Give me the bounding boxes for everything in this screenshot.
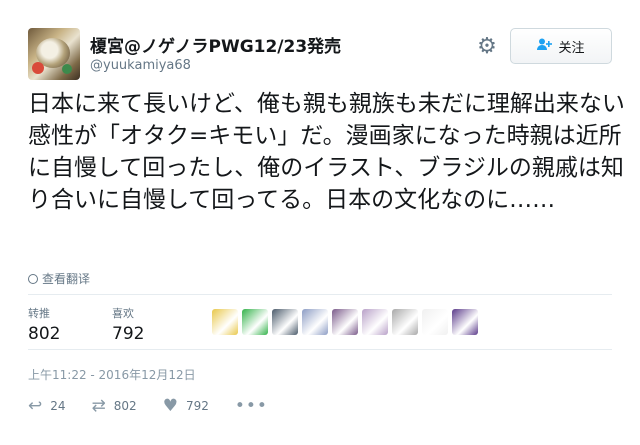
avatar-detail <box>62 64 72 74</box>
follow-label: 关注 <box>558 40 585 56</box>
liker-avatars <box>212 309 478 335</box>
liker-avatar[interactable] <box>422 309 448 335</box>
like-count: 792 <box>185 399 209 413</box>
reply-button[interactable]: ↩ 24 <box>28 396 66 416</box>
translate-link[interactable]: 查看翻译 <box>28 270 90 287</box>
liker-avatar[interactable] <box>242 309 268 335</box>
more-button[interactable]: ••• <box>235 396 268 416</box>
retweet-count: 802 <box>113 399 137 413</box>
liker-avatar[interactable] <box>272 309 298 335</box>
retweets-count: 802 <box>28 324 61 344</box>
retweet-stat[interactable]: 转推 802 <box>28 305 60 344</box>
more-icon: ••• <box>234 396 268 416</box>
follow-button[interactable]: 关注 <box>510 28 612 64</box>
display-name[interactable]: 榎宮@ノゲノラPWG12/23発売 <box>90 32 341 57</box>
action-bar: ↩ 24 ⇄ 802 ♥ 792 ••• <box>28 396 294 416</box>
retweet-icon: ⇄ <box>91 396 106 416</box>
retweet-button[interactable]: ⇄ 802 <box>92 396 137 416</box>
translate-label: 查看翻译 <box>42 272 91 286</box>
reply-count: 24 <box>50 399 66 413</box>
likes-label: 喜欢 <box>112 307 134 320</box>
liker-avatar[interactable] <box>452 309 478 335</box>
tweet-header: 榎宮@ノゲノラPWG12/23発売 @yuukamiya68 ⚙ 关注 <box>28 28 612 84</box>
retweets-label: 转推 <box>28 307 50 320</box>
reply-icon: ↩ <box>28 396 43 416</box>
liker-avatar[interactable] <box>212 309 238 335</box>
liker-avatar[interactable] <box>392 309 418 335</box>
likes-count: 792 <box>112 324 145 344</box>
person-plus-icon <box>537 38 553 55</box>
tweet-text: 日本に来て長いけど、俺も親も親族も未だに理解出来ない感性が「オタク=キモい」だ。… <box>28 91 625 213</box>
tweet-timestamp[interactable]: 上午11:22 - 2016年12月12日 <box>28 366 196 383</box>
heart-icon: ♥ <box>162 396 178 416</box>
like-button[interactable]: ♥ 792 <box>163 396 209 416</box>
globe-icon <box>28 273 38 284</box>
divider <box>28 294 612 295</box>
like-stat[interactable]: 喜欢 792 <box>112 305 144 344</box>
divider <box>28 349 612 350</box>
gear-icon[interactable]: ⚙ <box>474 34 500 60</box>
liker-avatar[interactable] <box>302 309 328 335</box>
liker-avatar[interactable] <box>332 309 358 335</box>
liker-avatar[interactable] <box>362 309 388 335</box>
user-handle[interactable]: @yuukamiya68 <box>90 58 191 73</box>
user-avatar[interactable] <box>28 28 80 80</box>
avatar-detail <box>32 62 44 74</box>
